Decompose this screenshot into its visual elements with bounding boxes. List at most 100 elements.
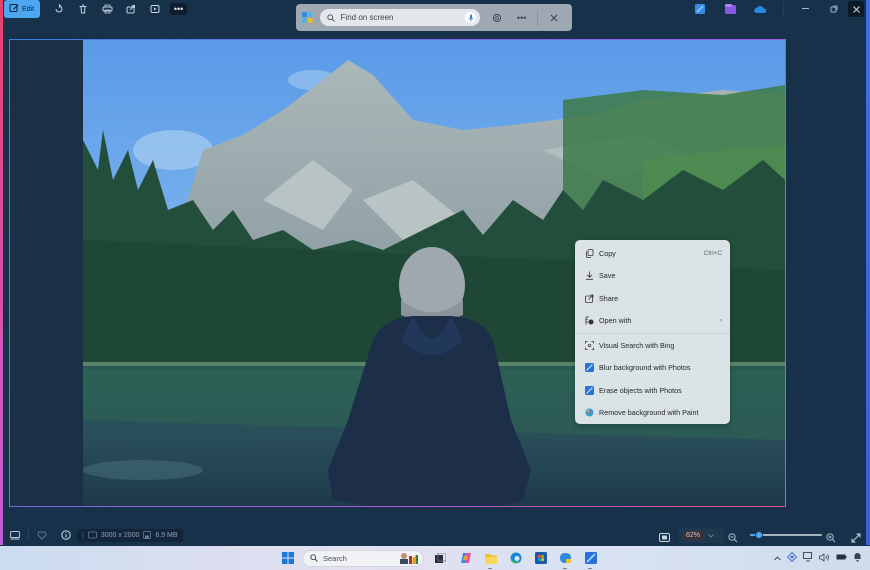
more-button[interactable]: ••• xyxy=(170,3,188,15)
title-bar-controls xyxy=(685,0,864,18)
restore-icon xyxy=(830,5,838,13)
start-button[interactable] xyxy=(275,546,300,570)
more-icon: ••• xyxy=(516,12,527,23)
store-icon xyxy=(534,552,547,564)
minimize-button[interactable] xyxy=(792,1,820,17)
photos-taskbar-button[interactable] xyxy=(578,546,603,570)
zoom-level-dropdown[interactable]: 62% xyxy=(679,528,724,543)
app-logo-icon xyxy=(302,12,313,23)
share-button[interactable] xyxy=(119,0,143,18)
rotate-button[interactable] xyxy=(47,0,71,18)
fit-window-icon xyxy=(659,533,670,542)
menu-item-share[interactable]: Share xyxy=(575,287,730,310)
chevron-up-icon[interactable] xyxy=(774,554,781,563)
battery-icon[interactable] xyxy=(836,553,847,563)
favorite-button[interactable] xyxy=(31,530,53,540)
lens-button[interactable] xyxy=(484,13,509,23)
folder-icon xyxy=(484,553,497,564)
zoom-slider[interactable] xyxy=(750,531,822,539)
divider: | xyxy=(82,531,84,539)
mic-button[interactable] xyxy=(465,12,477,23)
snipping-tool-button[interactable] xyxy=(553,546,578,570)
find-more-button[interactable]: ••• xyxy=(509,13,534,23)
menu-item-open-with[interactable]: Open with › xyxy=(575,310,730,333)
dimensions-icon xyxy=(87,531,97,539)
image-info: | 3000 x 2000 6.9 MB xyxy=(77,528,183,542)
running-indicator xyxy=(588,567,592,569)
menu-item-remove-background[interactable]: Remove background with Paint xyxy=(575,402,730,425)
find-close-button[interactable] xyxy=(541,14,566,22)
close-icon xyxy=(852,5,860,13)
windows-start-icon xyxy=(281,552,294,564)
zoom-level: 62% xyxy=(683,531,704,540)
print-button[interactable] xyxy=(95,0,119,18)
find-on-screen-bar: Find on screen ••• xyxy=(296,4,572,31)
edit-button[interactable]: Edit xyxy=(4,0,41,18)
more-icon: ••• xyxy=(173,4,184,14)
system-tray xyxy=(774,546,862,570)
menu-item-erase-objects[interactable]: Erase objects with Photos xyxy=(575,379,730,402)
divider xyxy=(28,529,29,541)
filmstrip-button[interactable] xyxy=(4,530,26,540)
menu-item-blur-background[interactable]: Blur background with Photos xyxy=(575,357,730,380)
slideshow-button[interactable] xyxy=(143,0,167,18)
taskbar: Search xyxy=(0,546,870,570)
running-indicator xyxy=(563,567,567,569)
file-size-icon xyxy=(143,531,152,539)
menu-item-copy[interactable]: Copy Ctrl+C xyxy=(575,242,730,265)
menu-label: Save xyxy=(599,271,616,281)
display-icon[interactable] xyxy=(803,552,813,564)
menu-item-save[interactable]: Save xyxy=(575,265,730,288)
menu-item-visual-search[interactable]: Visual Search with Bing xyxy=(575,334,730,357)
delete-icon xyxy=(79,4,87,14)
open-with-icon xyxy=(583,316,595,325)
window-edge-left xyxy=(0,0,3,545)
share-icon xyxy=(583,294,595,303)
close-button[interactable] xyxy=(848,1,864,17)
lens-icon xyxy=(492,13,501,22)
search-highlight-icon xyxy=(400,553,418,564)
snipping-tool-icon xyxy=(560,553,571,563)
clipchamp-app-button[interactable] xyxy=(715,4,745,14)
edit-label: Edit xyxy=(22,5,35,13)
microsoft-store-button[interactable] xyxy=(528,546,553,570)
volume-icon[interactable] xyxy=(819,552,830,564)
mic-icon xyxy=(468,14,474,21)
photos-icon xyxy=(583,363,595,373)
copilot-button[interactable] xyxy=(453,546,478,570)
copy-icon xyxy=(583,248,595,258)
photos-app-button[interactable] xyxy=(685,4,715,14)
image-dimensions: 3000 x 2000 xyxy=(100,531,140,539)
zoom-slider-thumb[interactable] xyxy=(754,531,763,539)
divider xyxy=(783,1,784,17)
search-icon xyxy=(310,554,318,562)
info-button[interactable] xyxy=(55,530,77,540)
edge-icon xyxy=(509,552,521,564)
file-explorer-button[interactable] xyxy=(478,546,503,570)
save-icon xyxy=(583,271,595,280)
delete-button[interactable] xyxy=(71,0,95,18)
chevron-right-icon: › xyxy=(719,317,722,325)
visual-search-icon xyxy=(583,340,595,350)
onedrive-button[interactable] xyxy=(745,5,775,13)
notifications-icon[interactable] xyxy=(853,552,862,564)
clipchamp-icon xyxy=(724,4,736,14)
task-view-icon xyxy=(435,553,446,563)
chevron-down-icon xyxy=(708,533,714,538)
task-view-button[interactable] xyxy=(428,546,453,570)
running-indicator xyxy=(488,567,492,569)
taskbar-search-box[interactable]: Search xyxy=(302,549,424,567)
paint-icon xyxy=(583,408,595,417)
find-on-screen-input[interactable]: Find on screen xyxy=(319,9,481,26)
edge-button[interactable] xyxy=(503,546,528,570)
network-icon[interactable] xyxy=(786,551,798,564)
rotate-icon xyxy=(55,4,63,13)
onedrive-icon xyxy=(753,6,766,13)
search-icon xyxy=(326,13,335,22)
menu-label: Visual Search with Bing xyxy=(599,340,675,350)
restore-button[interactable] xyxy=(820,1,848,17)
fit-to-window-button[interactable] xyxy=(659,529,670,547)
close-icon xyxy=(550,14,557,21)
menu-shortcut: Ctrl+C xyxy=(703,249,722,257)
photos-app-window: Edit ••• Find on screen ••• Copy Ctrl+C … xyxy=(0,0,870,570)
